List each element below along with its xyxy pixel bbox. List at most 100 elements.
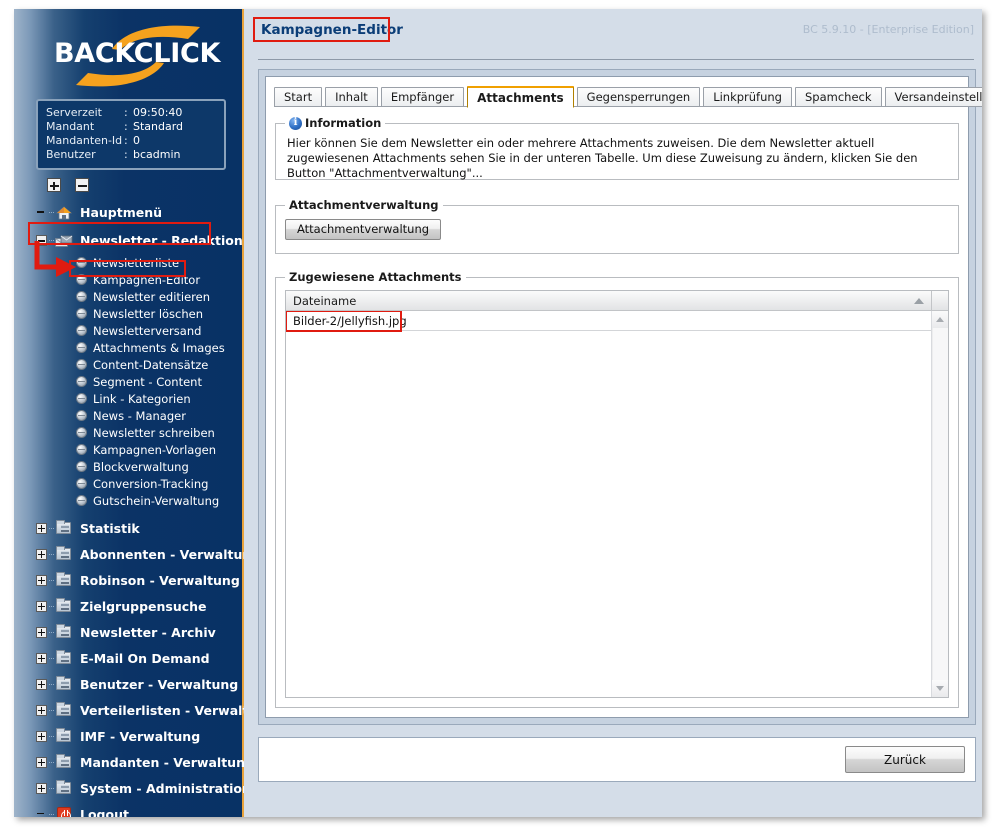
column-header-dateiname[interactable]: Dateiname: [286, 294, 907, 308]
sidebar-subitem-segment-content[interactable]: Segment - Content: [14, 373, 242, 390]
server-info-key: Benutzer: [46, 148, 96, 161]
sidebar-subitem-label: Newsletterliste: [93, 255, 180, 270]
table-row[interactable]: Bilder-2/Jellyfish.jpg: [286, 311, 931, 331]
sidebar-subitem-label: Newsletter löschen: [93, 306, 204, 321]
bullet-icon: [76, 461, 87, 472]
sidebar-subitem-newsletter-schreiben[interactable]: Newsletter schreiben: [14, 424, 242, 441]
tab-empfaenger[interactable]: Empfänger: [380, 87, 465, 107]
tab-versandeinstellungen[interactable]: Versandeinstellungen: [884, 87, 982, 107]
tab-inhalt[interactable]: Inhalt: [325, 87, 378, 107]
sidebar-subitem-gutschein-verwaltung[interactable]: Gutschein-Verwaltung: [14, 492, 242, 509]
sidebar-item-system-administration[interactable]: System - Administration: [14, 775, 251, 801]
tab-linkpruefung[interactable]: Linkprüfung: [703, 87, 792, 107]
tab-label: Attachments: [477, 90, 564, 105]
sidebar-subitem-label: Newsletterversand: [93, 323, 202, 338]
tab-label: Empfänger: [390, 90, 455, 104]
collapse-all-button[interactable]: [75, 178, 89, 192]
sidebar-subitem-label: Gutschein-Verwaltung: [93, 493, 220, 508]
expand-icon[interactable]: [36, 600, 47, 612]
bullet-icon: [76, 393, 87, 404]
scroll-down-button[interactable]: [932, 680, 948, 697]
sidebar-item-logout[interactable]: Logout: [14, 801, 242, 817]
server-info-row: Benutzer : bcadmin: [46, 148, 216, 162]
sidebar-item-label: Logout: [80, 806, 129, 818]
expand-icon[interactable]: [36, 522, 47, 534]
folder-icon: [55, 520, 73, 536]
tab-spamcheck[interactable]: Spamcheck: [794, 87, 882, 107]
tree-connector: [49, 813, 54, 815]
tab-strip: Start Inhalt Empfänger Attachments Gegen…: [274, 85, 982, 108]
expand-icon[interactable]: [36, 548, 47, 560]
sidebar-item-imf-verwaltung[interactable]: IMF - Verwaltung: [14, 723, 242, 749]
tab-attachments[interactable]: Attachments: [467, 86, 574, 108]
attachment-management-button[interactable]: Attachmentverwaltung: [285, 218, 441, 240]
expand-icon[interactable]: [36, 678, 47, 690]
sidebar-subitem-conversion-tracking[interactable]: Conversion-Tracking: [14, 475, 242, 492]
sidebar-subitem-attachments-images[interactable]: Attachments & Images: [14, 339, 242, 356]
sidebar-subitem-label: Segment - Content: [93, 374, 202, 389]
sidebar-subitem-label: Content-Datensätze: [93, 357, 209, 372]
bullet-icon: [76, 291, 87, 302]
server-info-box: Serverzeit : 09:50:40 Mandant : Standard…: [36, 99, 226, 170]
expand-icon[interactable]: [36, 652, 47, 664]
expand-icon[interactable]: [36, 626, 47, 638]
assigned-attachments-legend: Zugewiesene Attachments: [285, 270, 466, 284]
sidebar-item-robinson-verwaltung[interactable]: Robinson - Verwaltung: [14, 567, 242, 593]
sidebar-subitem-label: News - Manager: [93, 408, 186, 423]
expand-icon[interactable]: [36, 782, 47, 794]
logout-icon: [55, 806, 73, 817]
bullet-icon: [76, 359, 87, 370]
sidebar-item-benutzer-verwaltung[interactable]: Benutzer - Verwaltung: [14, 671, 242, 697]
tab-gegensperrungen[interactable]: Gegensperrungen: [576, 87, 701, 107]
expand-icon[interactable]: [36, 704, 47, 716]
sidebar-subitem-blockverwaltung[interactable]: Blockverwaltung: [14, 458, 242, 475]
info-icon: i: [289, 116, 302, 130]
sidebar: BACKCLICK Serverzeit : 09:50:40 Mandant …: [14, 9, 275, 817]
sidebar-item-zielgruppensuche[interactable]: Zielgruppensuche: [14, 593, 242, 619]
server-info-row: Mandant : Standard: [46, 120, 216, 134]
folder-icon: [55, 728, 73, 744]
sidebar-item-label: E-Mail On Demand: [80, 650, 210, 666]
sidebar-item-statistik[interactable]: Statistik: [14, 515, 242, 541]
sidebar-item-mandanten-verwaltung[interactable]: Mandanten - Verwaltung: [14, 749, 254, 775]
sidebar-subitem-link-kategorien[interactable]: Link - Kategorien: [14, 390, 242, 407]
folder-icon: [55, 598, 73, 614]
sort-ascending-icon[interactable]: [907, 297, 931, 304]
bullet-icon: [76, 410, 87, 421]
expander-icon: [36, 809, 47, 818]
back-button[interactable]: Zurück: [845, 746, 965, 773]
chevron-up-icon: [936, 317, 944, 322]
assigned-attachments-panel: Zugewiesene Attachments Dateiname Bilder…: [275, 270, 959, 708]
folder-icon: [55, 754, 73, 770]
sidebar-item-label: Robinson - Verwaltung: [80, 572, 240, 588]
page-title: Kampagnen-Editor: [261, 22, 403, 38]
table-body: Bilder-2/Jellyfish.jpg: [286, 311, 948, 697]
scrollbar-track[interactable]: [932, 328, 948, 680]
sidebar-item-verteilerlisten-verwaltung[interactable]: Verteilerlisten - Verwaltung: [14, 697, 275, 723]
expand-all-button[interactable]: [47, 178, 61, 192]
tab-label: Start: [284, 90, 313, 104]
sidebar-subitem-content-datensaetze[interactable]: Content-Datensätze: [14, 356, 242, 373]
tree-connector: [49, 657, 54, 659]
sidebar-item-abonnenten-verwaltung[interactable]: Abonnenten - Verwaltung: [14, 541, 260, 567]
sidebar-item-newsletter-archiv[interactable]: Newsletter - Archiv: [14, 619, 242, 645]
bullet-icon: [76, 444, 87, 455]
sidebar-subitem-newsletterversand[interactable]: Newsletterversand: [14, 322, 242, 339]
tree-connector: [49, 631, 54, 633]
sidebar-subitem-news-manager[interactable]: News - Manager: [14, 407, 242, 424]
sidebar-item-hauptmenu[interactable]: Hauptmenü: [14, 200, 242, 225]
attachment-management-legend: Attachmentverwaltung: [285, 198, 443, 212]
table-vertical-scrollbar[interactable]: [931, 311, 948, 697]
server-info-value: 09:50:40: [133, 106, 183, 119]
tab-start[interactable]: Start: [274, 87, 323, 107]
expand-icon[interactable]: [36, 756, 47, 768]
expander-icon: [36, 207, 47, 218]
expand-icon[interactable]: [36, 730, 47, 742]
expand-icon[interactable]: [36, 574, 47, 586]
sidebar-subitem-newsletter-editieren[interactable]: Newsletter editieren: [14, 288, 242, 305]
sidebar-item-email-on-demand[interactable]: E-Mail On Demand: [14, 645, 242, 671]
sidebar-subitem-kampagnen-vorlagen[interactable]: Kampagnen-Vorlagen: [14, 441, 242, 458]
sidebar-subitem-newsletter-loeschen[interactable]: Newsletter löschen: [14, 305, 242, 322]
scroll-up-button[interactable]: [932, 311, 948, 328]
main-content: Kampagnen-Editor BC 5.9.10 - [Enterprise…: [244, 9, 982, 817]
